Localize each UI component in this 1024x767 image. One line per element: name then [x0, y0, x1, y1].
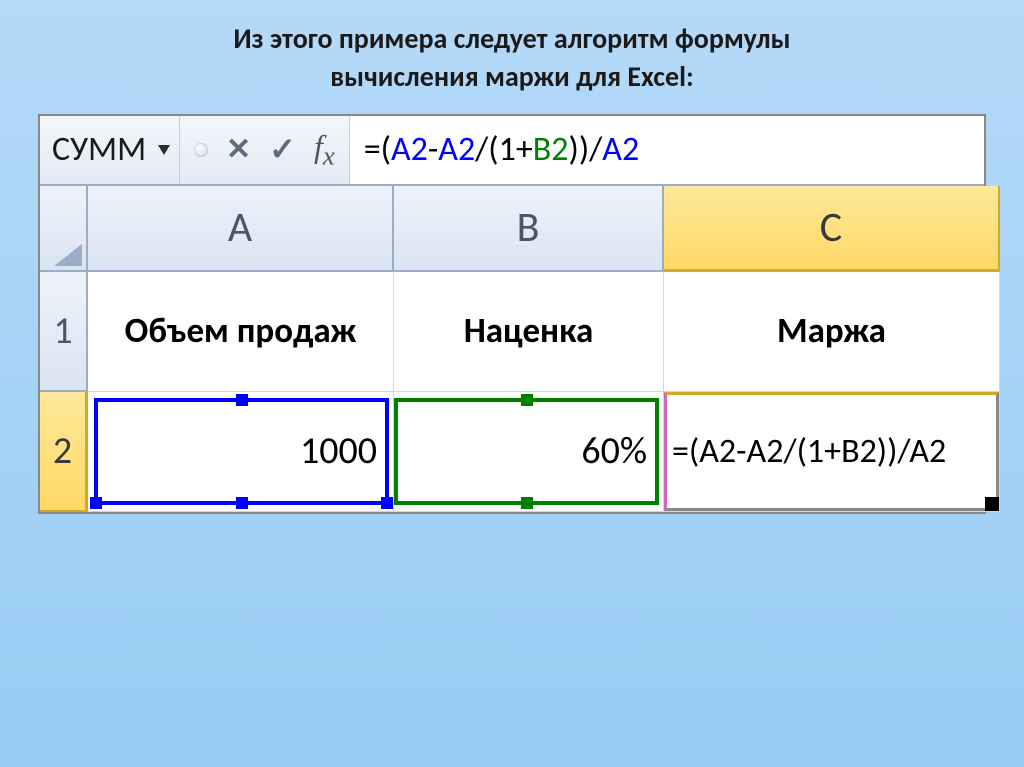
column-header-b[interactable]: B — [394, 186, 664, 272]
fill-handle-icon[interactable] — [985, 497, 999, 511]
cell-b1[interactable]: Наценка — [394, 272, 664, 392]
formula-input[interactable]: =(A2-A2/(1+B2))/A2 — [350, 116, 984, 184]
handle-icon — [521, 497, 533, 509]
column-header-a[interactable]: A — [88, 186, 394, 272]
cell-b2[interactable]: 60% — [394, 392, 664, 512]
spreadsheet-grid: A B C 1 Объем продаж Наценка Маржа 2 100… — [40, 186, 984, 512]
column-header-c[interactable]: C — [664, 186, 1000, 272]
cell-a2-value: 1000 — [300, 428, 377, 474]
handle-icon — [90, 497, 102, 509]
row-header-2[interactable]: 2 — [40, 392, 88, 512]
cell-c1-value: Маржа — [777, 310, 886, 352]
indicator-icon — [194, 143, 208, 157]
row-header-1[interactable]: 1 — [40, 272, 88, 392]
cell-a2[interactable]: 1000 — [88, 392, 394, 512]
title-line-2: вычисления маржи для Excel: — [20, 58, 1004, 96]
name-box[interactable]: СУММ — [40, 116, 180, 184]
fx-icon[interactable]: fx — [314, 128, 335, 171]
title-line-1: Из этого примера следует алгоритм формул… — [20, 20, 1004, 58]
formula-buttons: ✕ ✓ fx — [180, 116, 350, 184]
cell-b2-value: 60% — [581, 428, 647, 474]
handle-icon — [236, 394, 248, 406]
select-all-corner[interactable] — [40, 186, 88, 272]
excel-frame: СУММ ✕ ✓ fx =(A2-A2/(1+B2))/A2 A B C 1 О… — [38, 114, 986, 514]
handle-icon — [236, 497, 248, 509]
enter-icon[interactable]: ✓ — [269, 134, 296, 166]
cell-b1-value: Наценка — [464, 310, 594, 352]
handle-icon — [381, 497, 393, 509]
cell-c1[interactable]: Маржа — [664, 272, 1000, 392]
page-title: Из этого примера следует алгоритм формул… — [20, 20, 1004, 96]
cell-c2[interactable]: =(A2-A2/(1+B2))/A2 — [664, 392, 1000, 512]
handle-icon — [521, 394, 533, 406]
chevron-down-icon — [158, 145, 170, 155]
name-box-text: СУММ — [52, 129, 146, 170]
cancel-icon[interactable]: ✕ — [226, 135, 251, 165]
cell-a1-value: Объем продаж — [125, 310, 357, 352]
cell-a1[interactable]: Объем продаж — [88, 272, 394, 392]
cell-c2-value: =(A2-A2/(1+B2))/A2 — [672, 431, 946, 472]
formula-bar: СУММ ✕ ✓ fx =(A2-A2/(1+B2))/A2 — [40, 116, 984, 186]
